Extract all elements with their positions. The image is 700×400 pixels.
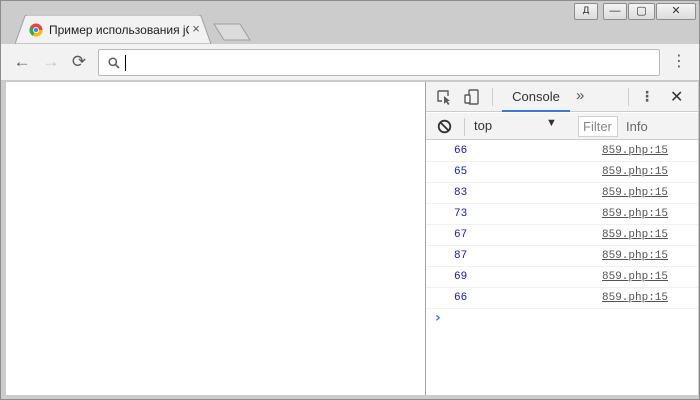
clear-console-icon[interactable] (437, 119, 452, 134)
log-source-link[interactable]: 859.php:15 (602, 166, 668, 178)
forward-button[interactable]: → (41, 52, 61, 72)
devtools-menu-icon[interactable]: ⋮ (640, 88, 654, 105)
minimize-button[interactable]: — (603, 3, 627, 20)
log-value: 69 (454, 271, 468, 283)
log-value: 73 (454, 208, 468, 220)
console-row: 66 859.php:15 (426, 288, 698, 309)
user-profile-button[interactable]: Д (574, 3, 598, 20)
text-caret (125, 55, 126, 71)
console-row: 87 859.php:15 (426, 246, 698, 267)
page-viewport[interactable] (6, 82, 425, 395)
toolbar-divider (492, 88, 493, 106)
console-row: 65 859.php:15 (426, 162, 698, 183)
log-level-selector[interactable]: Info (626, 119, 648, 134)
browser-window: Пример использования jQuery × Д — ▢ ✕ ← … (0, 0, 700, 400)
browser-toolbar: ← → ⟳ ⋮ (1, 44, 699, 81)
maximize-button[interactable]: ▢ (628, 3, 655, 20)
toolbar-divider (464, 118, 465, 136)
console-row: 66 859.php:15 (426, 141, 698, 162)
tab-close-icon[interactable]: × (189, 22, 203, 36)
search-icon (108, 57, 120, 69)
log-value: 65 (454, 166, 468, 178)
console-messages: 66 859.php:15 65 859.php:15 83 859.php:1… (426, 141, 698, 326)
tab-console[interactable]: Console (502, 82, 570, 112)
tab-strip: Пример использования jQuery × Д — ▢ ✕ (1, 1, 699, 44)
chrome-favicon-icon (29, 23, 43, 37)
log-source-link[interactable]: 859.php:15 (602, 292, 668, 304)
console-prompt-icon[interactable]: › (435, 310, 441, 326)
log-value: 87 (454, 250, 468, 262)
chevron-down-icon: ▼ (546, 117, 557, 129)
log-source-link[interactable]: 859.php:15 (602, 271, 668, 283)
new-tab-button[interactable] (213, 23, 251, 41)
log-value: 83 (454, 187, 468, 199)
log-source-link[interactable]: 859.php:15 (602, 145, 668, 157)
tab-active[interactable]: Пример использования jQuery × (15, 15, 211, 44)
filter-input[interactable]: Filter (578, 116, 618, 137)
console-row: 69 859.php:15 (426, 267, 698, 288)
device-toolbar-icon[interactable] (464, 89, 480, 105)
console-filterbar: top ▼ Filter Info (426, 113, 698, 140)
log-value: 66 (454, 292, 468, 304)
inspect-element-icon[interactable] (436, 89, 452, 105)
log-source-link[interactable]: 859.php:15 (602, 229, 668, 241)
devtools-panel: Console » ⋮ ✕ top ▼ Filter Info 66 859.p… (426, 82, 698, 395)
close-devtools-icon[interactable]: ✕ (670, 87, 683, 107)
log-value: 66 (454, 145, 468, 157)
toolbar-divider (628, 88, 629, 106)
address-bar[interactable] (98, 49, 660, 76)
tab-title: Пример использования jQuery (49, 23, 189, 37)
console-row: 73 859.php:15 (426, 204, 698, 225)
close-window-button[interactable]: ✕ (656, 3, 696, 20)
reload-button[interactable]: ⟳ (69, 52, 89, 72)
back-button[interactable]: ← (12, 52, 32, 72)
console-row: 83 859.php:15 (426, 183, 698, 204)
log-source-link[interactable]: 859.php:15 (602, 208, 668, 220)
chrome-menu-button[interactable]: ⋮ (669, 52, 689, 72)
console-row: 67 859.php:15 (426, 225, 698, 246)
log-value: 67 (454, 229, 468, 241)
more-tabs-icon[interactable]: » (576, 87, 584, 104)
log-source-link[interactable]: 859.php:15 (602, 187, 668, 199)
log-source-link[interactable]: 859.php:15 (602, 250, 668, 262)
devtools-tabbar: Console » ⋮ ✕ (426, 82, 698, 112)
